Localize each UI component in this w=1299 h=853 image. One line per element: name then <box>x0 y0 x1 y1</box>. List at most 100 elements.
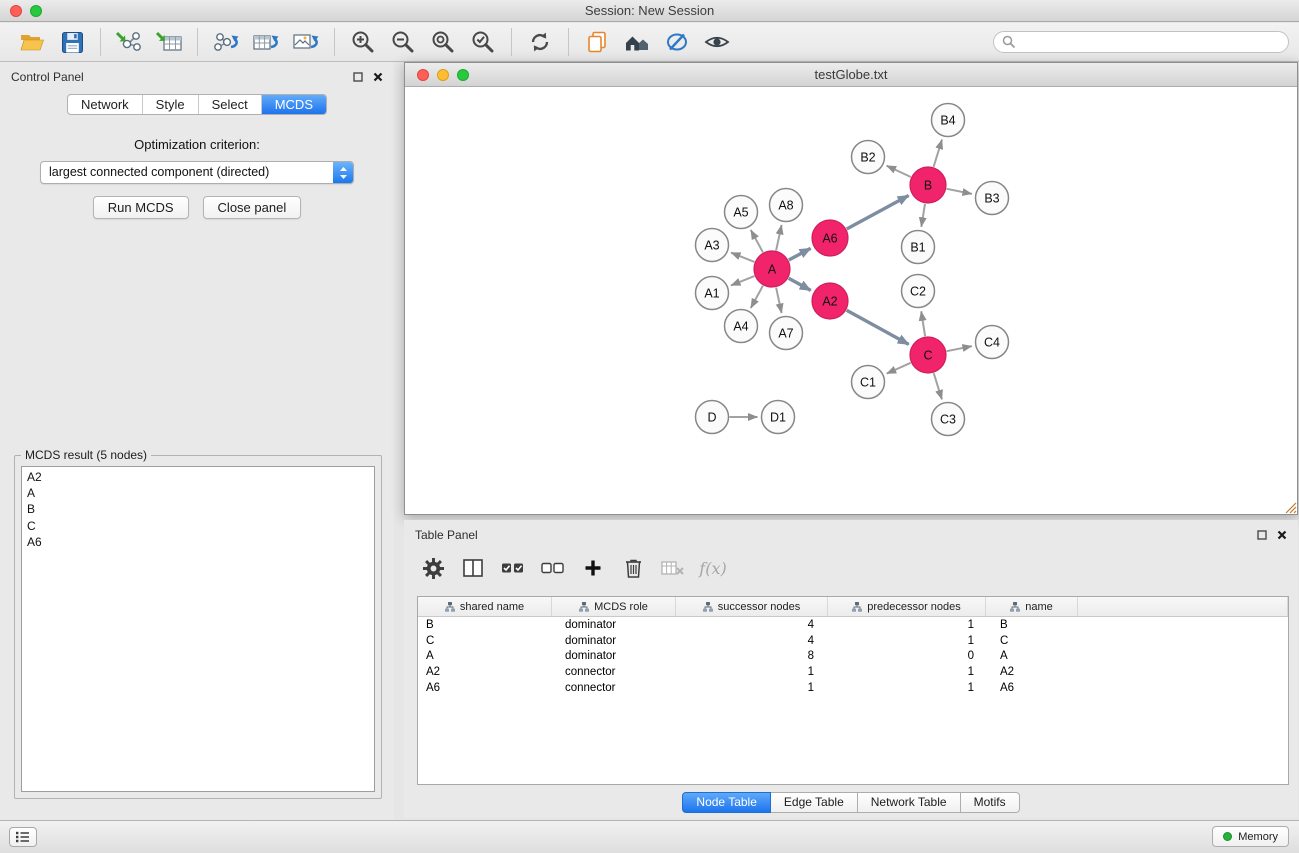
memory-button[interactable]: Memory <box>1212 826 1289 847</box>
graph-node-A4[interactable]: A4 <box>725 310 758 343</box>
graph-edge-A-A7[interactable] <box>776 288 782 313</box>
graph-edge-A2-C[interactable] <box>847 310 909 344</box>
close-panel-button[interactable] <box>373 72 383 82</box>
graph-node-C2[interactable]: C2 <box>902 275 935 308</box>
select-all-button[interactable] <box>500 555 526 581</box>
export-image-button[interactable] <box>286 26 326 58</box>
table-row[interactable]: A2connector11A2 <box>418 664 1288 680</box>
graph-edge-A-A6[interactable] <box>789 248 811 260</box>
graph-edge-C-C1[interactable] <box>887 363 911 374</box>
search-input[interactable] <box>1021 35 1280 49</box>
graph-node-D1[interactable]: D1 <box>762 401 795 434</box>
deselect-all-button[interactable] <box>540 555 566 581</box>
graph-edge-C-C2[interactable] <box>921 311 925 336</box>
tab-network[interactable]: Network <box>68 95 142 114</box>
zoom-out-button[interactable] <box>383 26 423 58</box>
graph-edge-A-A5[interactable] <box>751 230 763 252</box>
graph-node-C1[interactable]: C1 <box>852 366 885 399</box>
graph-node-B1[interactable]: B1 <box>902 231 935 264</box>
home-button[interactable] <box>617 26 657 58</box>
close-window-button[interactable] <box>10 5 22 17</box>
graph-edge-C-C3[interactable] <box>934 373 942 399</box>
graph-node-B4[interactable]: B4 <box>932 104 965 137</box>
criterion-select[interactable]: largest connected component (directed) <box>40 161 354 184</box>
mcds-result-item[interactable]: B <box>22 501 374 517</box>
tab-select[interactable]: Select <box>198 95 261 114</box>
graph-node-A1[interactable]: A1 <box>696 277 729 310</box>
zoom-in-button[interactable] <box>343 26 383 58</box>
import-table-button[interactable] <box>149 26 189 58</box>
delete-column-button[interactable] <box>620 555 646 581</box>
task-history-button[interactable] <box>9 827 37 847</box>
graph-node-B[interactable]: B <box>910 167 946 203</box>
tab-style[interactable]: Style <box>142 95 198 114</box>
show-columns-button[interactable] <box>460 555 486 581</box>
column-header-MCDS-role[interactable]: MCDS role <box>552 597 676 616</box>
export-table-button[interactable] <box>246 26 286 58</box>
hide-style-button[interactable] <box>657 26 697 58</box>
graph-node-A7[interactable]: A7 <box>770 317 803 350</box>
minimize-network-button[interactable] <box>437 69 449 81</box>
table-row[interactable]: Adominator80A <box>418 649 1288 665</box>
graph-svg[interactable]: B4 B2 B B3 A5 A8 A6 B1 A3 A C2 A1 A2 A4 A7 C4 C C1 C3 D D1 <box>405 87 1297 514</box>
graph-node-B2[interactable]: B2 <box>852 141 885 174</box>
resize-grip-icon[interactable] <box>1283 500 1297 514</box>
column-header-successor-nodes[interactable]: successor nodes <box>676 597 828 616</box>
float-panel-button[interactable] <box>353 72 363 82</box>
column-header-shared-name[interactable]: shared name <box>418 597 552 616</box>
graph-node-C3[interactable]: C3 <box>932 403 965 436</box>
close-network-button[interactable] <box>417 69 429 81</box>
column-header-name[interactable]: name <box>986 597 1078 616</box>
refresh-button[interactable] <box>520 26 560 58</box>
show-details-button[interactable] <box>697 26 737 58</box>
graph-node-A[interactable]: A <box>754 251 790 287</box>
graph-node-B3[interactable]: B3 <box>976 182 1009 215</box>
column-header-predecessor-nodes[interactable]: predecessor nodes <box>828 597 986 616</box>
open-session-button[interactable] <box>12 26 52 58</box>
mcds-result-item[interactable]: A6 <box>22 534 374 550</box>
export-network-button[interactable] <box>206 26 246 58</box>
graph-edge-B-B1[interactable] <box>921 204 925 227</box>
new-column-button[interactable] <box>580 555 606 581</box>
graph-node-A6[interactable]: A6 <box>812 220 848 256</box>
float-table-panel-button[interactable] <box>1257 530 1267 540</box>
graph-node-D[interactable]: D <box>696 401 729 434</box>
tab-node-table[interactable]: Node Table <box>682 792 771 813</box>
zoom-fit-button[interactable] <box>423 26 463 58</box>
graph-node-C[interactable]: C <box>910 337 946 373</box>
zoom-network-button[interactable] <box>457 69 469 81</box>
graph-edge-A-A8[interactable] <box>776 225 782 250</box>
graph-edge-A-A4[interactable] <box>751 286 763 308</box>
import-network-button[interactable] <box>109 26 149 58</box>
graph-edge-C-C4[interactable] <box>947 346 972 351</box>
graph-node-C4[interactable]: C4 <box>976 326 1009 359</box>
graph-edge-A-A1[interactable] <box>731 276 754 285</box>
graph-edge-B-B2[interactable] <box>887 166 911 177</box>
graph-node-A2[interactable]: A2 <box>812 283 848 319</box>
copy-button[interactable] <box>577 26 617 58</box>
graph-edge-A-A2[interactable] <box>789 278 811 290</box>
graph-edge-B-B4[interactable] <box>934 140 942 167</box>
tab-edge-table[interactable]: Edge Table <box>771 792 858 813</box>
zoom-selected-button[interactable] <box>463 26 503 58</box>
tab-motifs[interactable]: Motifs <box>961 792 1020 813</box>
graph-edge-A-A3[interactable] <box>731 253 754 262</box>
zoom-window-button[interactable] <box>30 5 42 17</box>
graph-edge-A6-B[interactable] <box>847 196 909 230</box>
mcds-result-item[interactable]: C <box>22 518 374 534</box>
table-row[interactable]: Bdominator41B <box>418 617 1288 633</box>
table-settings-button[interactable] <box>420 555 446 581</box>
graph-node-A3[interactable]: A3 <box>696 229 729 262</box>
run-mcds-button[interactable]: Run MCDS <box>93 196 189 219</box>
table-row[interactable]: A6connector11A6 <box>418 680 1288 696</box>
graph-edge-B-B3[interactable] <box>947 189 972 194</box>
network-canvas[interactable]: B4 B2 B B3 A5 A8 A6 B1 A3 A C2 A1 A2 A4 A7 C4 C C1 C3 D D1 <box>405 87 1297 514</box>
graph-node-A5[interactable]: A5 <box>725 196 758 229</box>
close-table-panel-button[interactable] <box>1277 530 1287 540</box>
mcds-result-item[interactable]: A <box>22 485 374 501</box>
graph-node-A8[interactable]: A8 <box>770 189 803 222</box>
save-session-button[interactable] <box>52 26 92 58</box>
mcds-result-item[interactable]: A2 <box>22 469 374 485</box>
table-row[interactable]: Cdominator41C <box>418 633 1288 649</box>
close-mcds-panel-button[interactable]: Close panel <box>203 196 302 219</box>
